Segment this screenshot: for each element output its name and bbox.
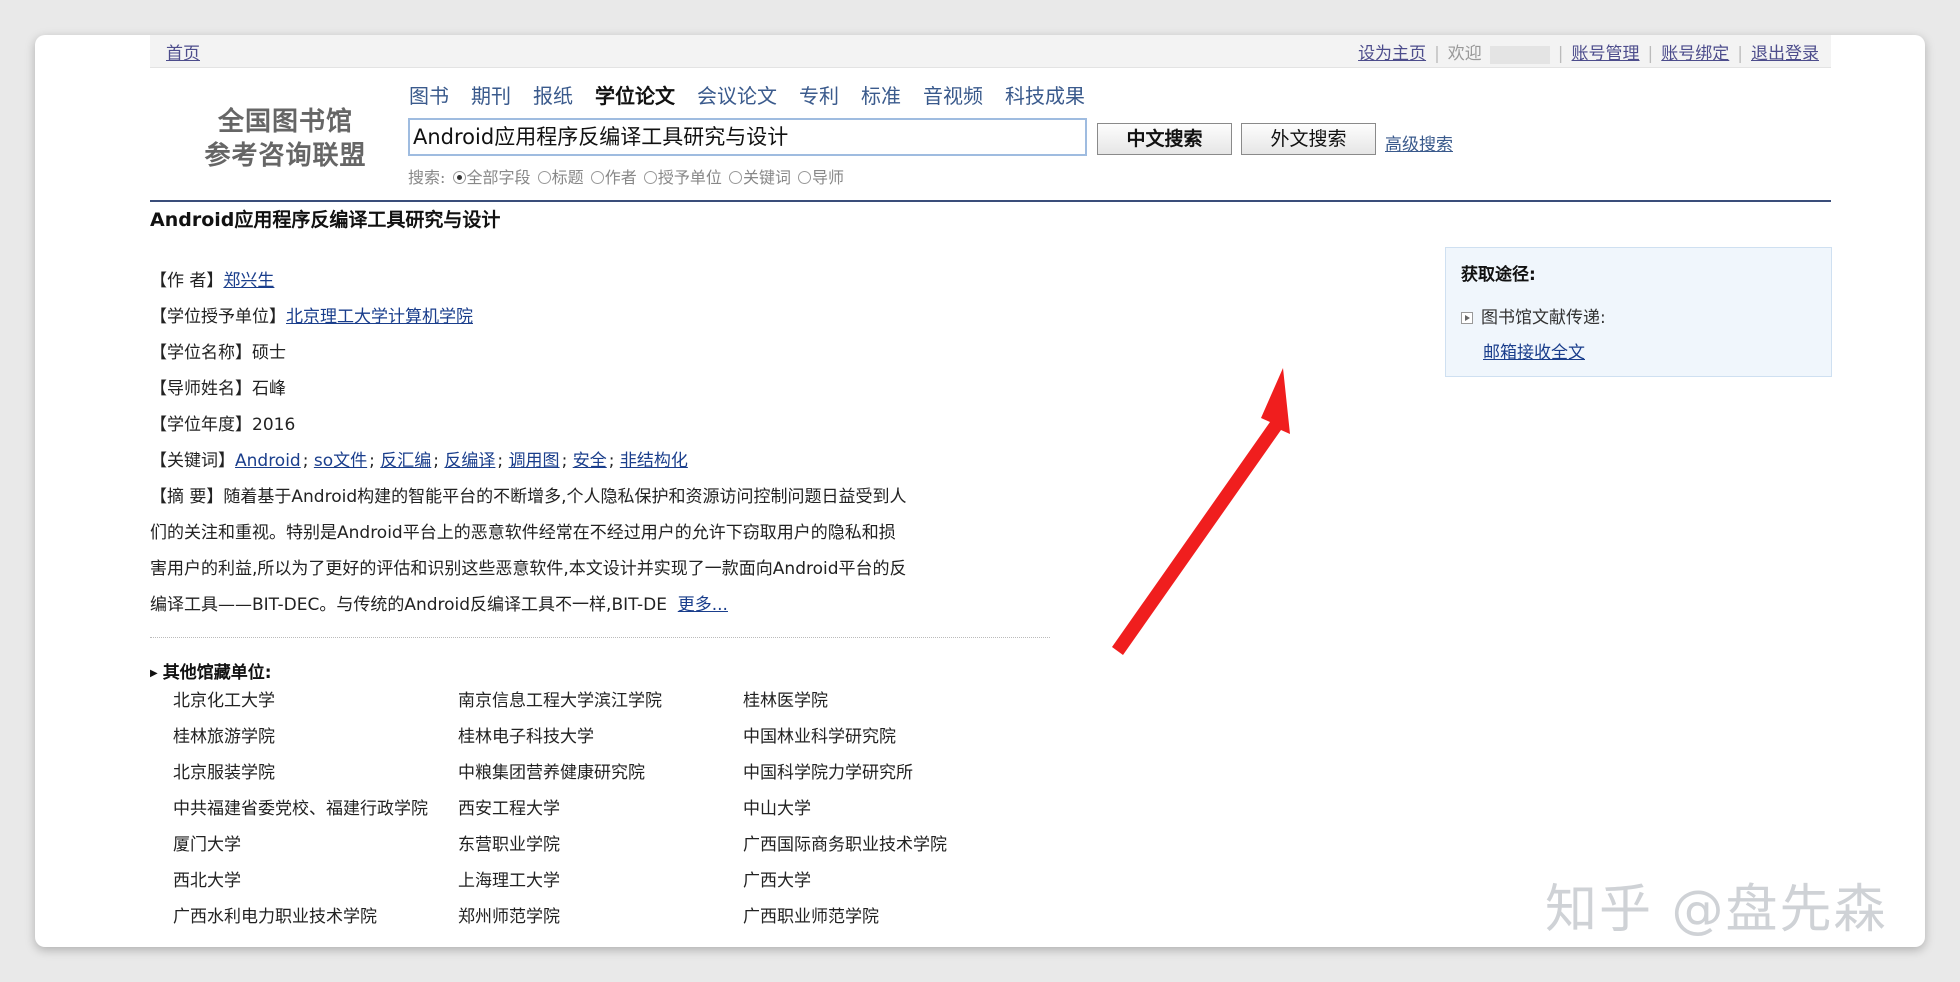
watermark: 知乎 @盘先森	[1545, 880, 1888, 940]
red-arrow-annotation	[1112, 368, 1290, 655]
browser-page: 首页 设为主页 | 欢迎 | 账号管理 | 账号绑定 | 退出登录 全国图书馆 参考咨询联盟 图…	[35, 35, 1925, 947]
arrow-shape	[1112, 368, 1290, 655]
